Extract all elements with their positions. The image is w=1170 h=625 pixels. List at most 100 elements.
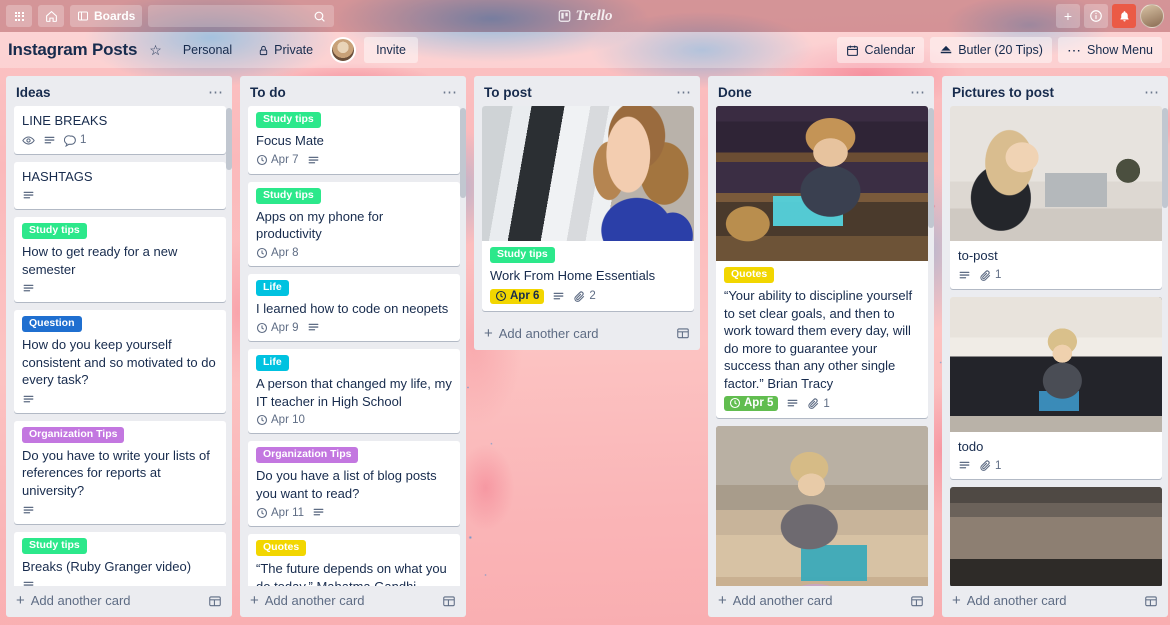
list-title[interactable]: To post [484, 85, 676, 100]
list-scrollbar[interactable] [928, 108, 934, 228]
user-avatar[interactable] [1140, 4, 1164, 28]
search-box[interactable] [148, 5, 335, 27]
card-label[interactable]: Quotes [256, 540, 307, 557]
card-comment-count: 1 [80, 134, 87, 147]
board-title[interactable]: Instagram Posts [8, 40, 137, 60]
trello-brand[interactable]: Trello [558, 8, 612, 25]
home-icon[interactable] [38, 5, 64, 27]
card-template-button[interactable] [442, 594, 456, 608]
card[interactable]: Quotes “The future depends on what you do… [248, 534, 460, 586]
add-another-card-button[interactable]: + Add another card [240, 586, 466, 617]
description-icon [308, 156, 318, 163]
board-header-right-group: Calendar Butler (20 Tips) ⋯ Show Menu [837, 37, 1162, 63]
boards-button[interactable]: Boards [70, 5, 143, 27]
card-label[interactable]: Study tips [256, 187, 321, 204]
top-nav-right-group: + [1056, 4, 1164, 28]
card[interactable] [716, 426, 928, 586]
card-attachment-count: 2 [589, 290, 596, 303]
card[interactable]: Study tips Work From Home Essentials Apr 6… [482, 106, 694, 311]
info-icon[interactable] [1084, 4, 1108, 28]
card-due-badge[interactable]: Apr 5 [724, 396, 779, 412]
card-label[interactable]: Study tips [256, 112, 321, 129]
card[interactable]: LINE BREAKS 1 [14, 106, 226, 154]
apps-grid-icon[interactable] [6, 5, 32, 27]
card-label[interactable]: Question [22, 316, 82, 333]
visibility-button[interactable]: Private [249, 37, 322, 63]
list-scrollbar[interactable] [226, 108, 232, 170]
card[interactable]: to-post 1 [950, 106, 1162, 289]
show-menu-button[interactable]: ⋯ Show Menu [1057, 37, 1162, 63]
card-due-badge[interactable]: Apr 6 [490, 288, 545, 304]
card-cover-image [950, 296, 1162, 432]
card-labels: Study tips [490, 247, 686, 264]
add-another-card-button[interactable]: + Add another card [6, 586, 232, 617]
card-due-badge[interactable]: Apr 11 [256, 507, 304, 519]
list-cards: Quotes “Your ability to discipline yourse… [708, 106, 934, 586]
list-menu-icon[interactable]: ⋯ [910, 85, 926, 100]
card[interactable] [950, 487, 1162, 586]
attachment-icon [980, 270, 991, 281]
card-description-badge [958, 269, 971, 282]
card-badges: Apr 10 [256, 414, 452, 429]
list-menu-icon[interactable]: ⋯ [442, 85, 458, 100]
card-body: LINE BREAKS 1 [14, 106, 226, 154]
card-template-button[interactable] [208, 594, 222, 608]
card-due-date: Apr 11 [271, 506, 305, 519]
card[interactable]: Study tips Breaks (Ruby Granger video) [14, 531, 226, 586]
add-another-card-button[interactable]: + Add another card [942, 586, 1168, 617]
card-label[interactable]: Organization Tips [22, 426, 125, 443]
card-label[interactable]: Life [256, 355, 289, 372]
list-title[interactable]: To do [250, 85, 442, 100]
card-template-button[interactable] [676, 326, 690, 340]
card-template-button[interactable] [910, 594, 924, 608]
board-member-avatar[interactable] [330, 37, 357, 63]
search-input[interactable] [156, 9, 314, 23]
card-template-button[interactable] [1144, 594, 1158, 608]
card-label[interactable]: Life [256, 279, 289, 296]
butler-icon [940, 45, 952, 54]
list-menu-icon[interactable]: ⋯ [676, 85, 692, 100]
card[interactable]: todo 1 [950, 296, 1162, 480]
card-due-badge[interactable]: Apr 9 [256, 322, 299, 334]
invite-button[interactable]: Invite [364, 37, 418, 63]
card-label[interactable]: Quotes [724, 267, 775, 284]
card[interactable]: Life I learned how to code on neopets Apr … [248, 273, 460, 342]
card-due-badge[interactable]: Apr 8 [256, 247, 299, 259]
card[interactable]: Organization Tips Do you have a list of b… [248, 441, 460, 527]
card-label[interactable]: Study tips [490, 247, 555, 264]
add-icon[interactable]: + [1056, 4, 1080, 28]
list-menu-icon[interactable]: ⋯ [208, 85, 224, 100]
card-due-badge[interactable]: Apr 7 [256, 154, 299, 166]
card[interactable]: Study tips Focus Mate Apr 7 [248, 106, 460, 174]
card[interactable]: Life A person that changed my life, my IT… [248, 349, 460, 434]
card-body: to-post 1 [950, 241, 1162, 289]
card[interactable]: Study tips How to get ready for a new sem… [14, 217, 226, 303]
card-label[interactable]: Organization Tips [256, 447, 359, 464]
card[interactable]: HASHTAGS [14, 161, 226, 210]
add-another-card-button[interactable]: + Add another card [474, 319, 700, 350]
team-button[interactable]: Personal [174, 37, 241, 63]
list-menu-icon[interactable]: ⋯ [1144, 85, 1160, 100]
card[interactable]: Organization Tips Do you have to write yo… [14, 420, 226, 524]
card-label[interactable]: Study tips [22, 537, 87, 554]
card[interactable]: Study tips Apps on my phone for productiv… [248, 181, 460, 266]
butler-button[interactable]: Butler (20 Tips) [930, 37, 1052, 63]
list-title[interactable]: Done [718, 85, 910, 100]
card-badges: Apr 5 1 [724, 396, 920, 414]
list-title[interactable]: Ideas [16, 85, 208, 100]
card[interactable]: Question How do you keep yourself consist… [14, 310, 226, 413]
star-icon[interactable]: ☆ [145, 42, 166, 59]
plus-icon: + [718, 592, 727, 609]
card-due-badge[interactable]: Apr 10 [256, 414, 305, 426]
card[interactable]: Quotes “Your ability to discipline yourse… [716, 106, 928, 419]
notifications-bell-icon[interactable] [1112, 4, 1136, 28]
calendar-button[interactable]: Calendar [837, 37, 925, 63]
list-header: To do ⋯ [240, 76, 466, 106]
list-scrollbar[interactable] [460, 108, 466, 198]
card-badges [22, 504, 218, 520]
card-label[interactable]: Study tips [22, 223, 87, 240]
card-title: “The future depends on what you do today… [256, 561, 447, 586]
list-title[interactable]: Pictures to post [952, 85, 1144, 100]
list-scrollbar[interactable] [1162, 108, 1168, 208]
add-another-card-button[interactable]: + Add another card [708, 586, 934, 617]
